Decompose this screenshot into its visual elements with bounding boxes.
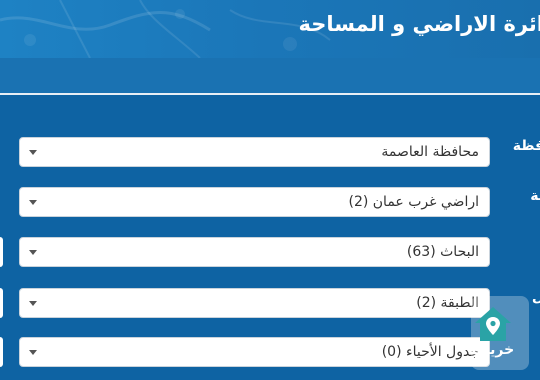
neighborhood-select[interactable]: جدول الأحياء (0) xyxy=(19,337,490,367)
governorate-select[interactable]: محافظة العاصمة xyxy=(19,137,490,167)
basin-select-value: الطبقة (2) xyxy=(416,295,479,311)
directorate-label: ية xyxy=(530,188,540,204)
page: ائرة الاراضي و المساحة فظة محافظة العاصم… xyxy=(0,0,540,380)
basin-label: ل xyxy=(531,289,540,305)
left-edge-field xyxy=(0,337,3,367)
chevron-down-icon xyxy=(29,301,37,306)
chevron-down-icon xyxy=(29,150,37,155)
header-banner: ائرة الاراضي و المساحة xyxy=(0,0,540,58)
directorate-select-value: اراضي غرب عمان (2) xyxy=(348,194,479,210)
chevron-down-icon xyxy=(29,350,37,355)
village-select[interactable]: البحاث (63) xyxy=(19,237,490,267)
header-strip xyxy=(0,58,540,93)
directorate-select[interactable]: اراضي غرب عمان (2) xyxy=(19,187,490,217)
page-title: ائرة الاراضي و المساحة xyxy=(298,12,540,36)
chevron-down-icon xyxy=(29,200,37,205)
village-select-value: البحاث (63) xyxy=(406,244,479,260)
map-button-label: خريطة xyxy=(468,342,515,358)
basin-select[interactable]: الطبقة (2) xyxy=(19,288,490,318)
left-edge-field xyxy=(0,288,3,318)
home-location-icon xyxy=(475,307,511,341)
governorate-select-value: محافظة العاصمة xyxy=(381,144,479,160)
neighborhood-select-value: جدول الأحياء (0) xyxy=(381,344,479,360)
chevron-down-icon xyxy=(29,250,37,255)
governorate-label: فظة xyxy=(512,138,540,154)
left-edge-field xyxy=(0,237,3,267)
